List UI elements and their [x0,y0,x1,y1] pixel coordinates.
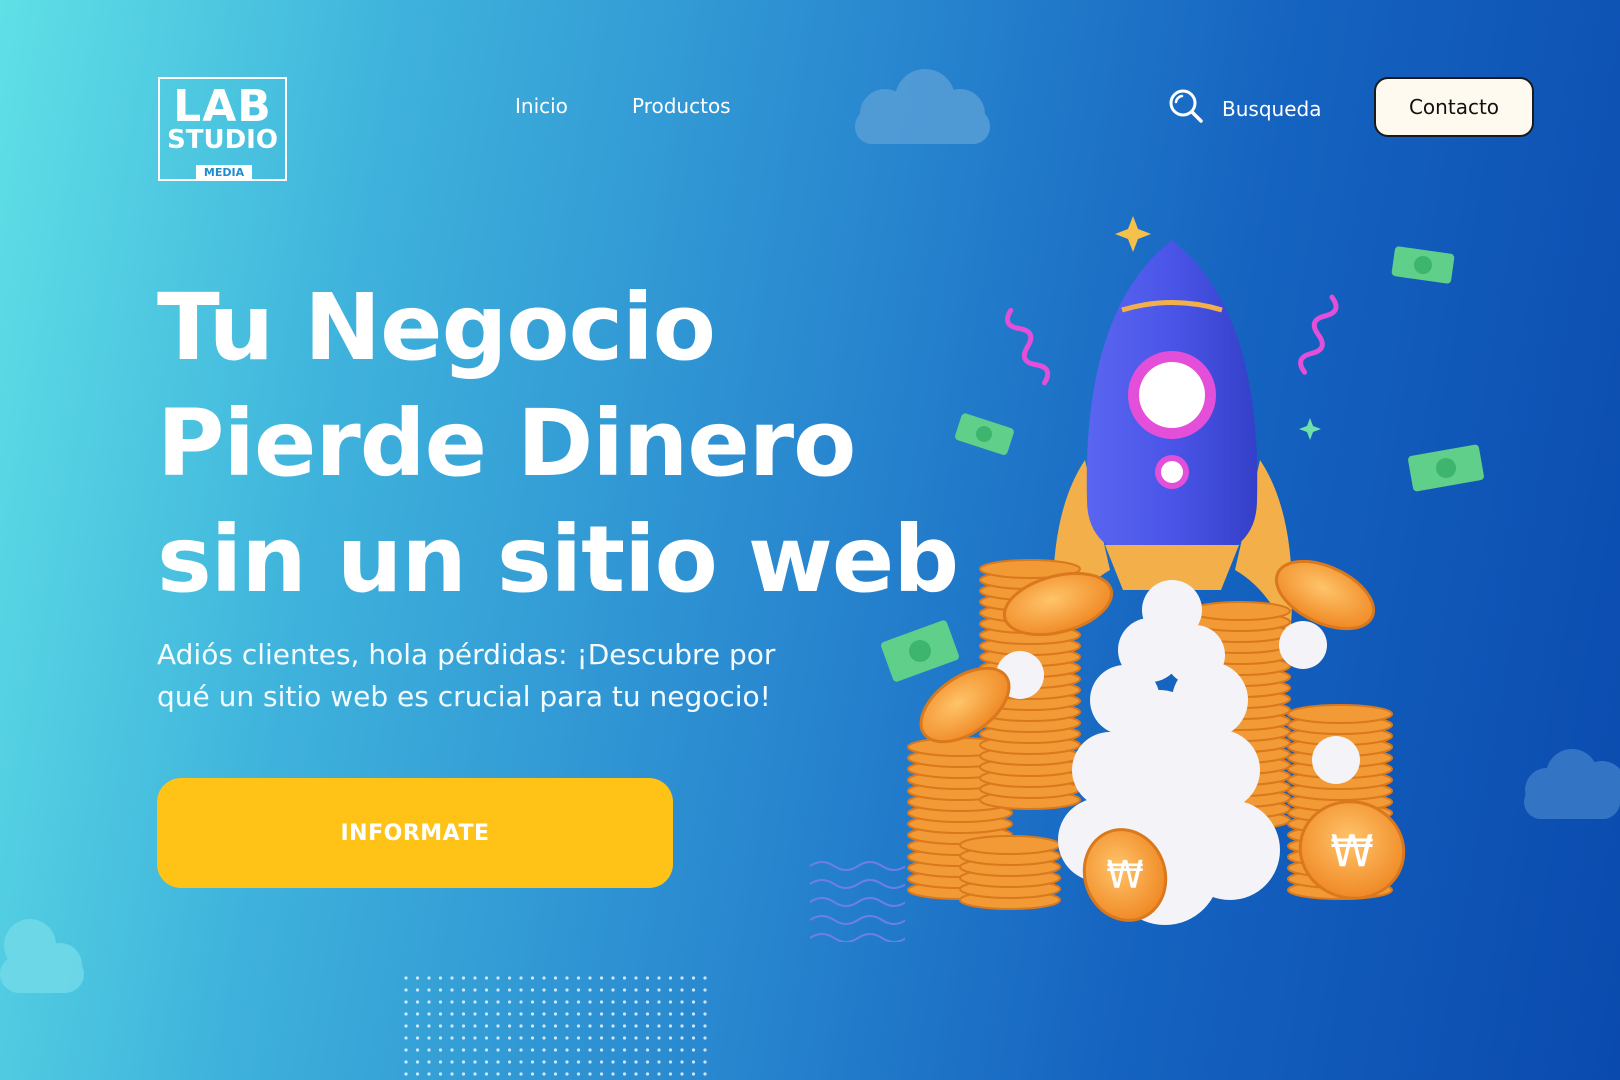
coin-stack-disc [1189,601,1291,621]
coin-stack-disc [1287,704,1393,724]
search-button[interactable]: Busqueda [1168,88,1321,129]
coin-stack-disc [959,835,1061,855]
brand-logo[interactable]: LAB STUDIO MEDIA [158,77,287,181]
logo-text-lab: LAB [173,81,272,132]
headline-line-2: Pierde Dinero [157,390,856,497]
cloud-right [1524,749,1620,819]
bill-icon [881,620,959,682]
cloud-left [0,919,84,993]
sparkle-icon [1299,418,1321,440]
cloud-top [855,69,990,144]
logo-text-studio: STUDIO [167,125,278,155]
bill-icon [955,413,1014,455]
contact-button[interactable]: Contacto [1374,77,1534,137]
svg-text:₩: ₩ [1106,853,1144,897]
sparkle-icon [1115,216,1151,252]
headline-line-1: Tu Negocio [157,274,716,381]
hero-subtitle: Adiós clientes, hola pérdidas: ¡Descubre… [157,638,776,713]
nav-item-productos[interactable]: Productos [632,94,731,118]
rocket-illustration: ₩ ₩ [881,216,1484,925]
bill-icon [1408,444,1484,492]
search-icon [1168,88,1204,129]
informate-button[interactable]: INFORMATE [157,778,673,888]
bill-icon [1391,246,1455,284]
logo-tag: MEDIA [196,165,252,181]
svg-text:₩: ₩ [1330,826,1374,877]
dot-pattern [404,976,707,1076]
search-label: Busqueda [1222,96,1322,121]
nav-item-inicio[interactable]: Inicio [515,94,568,118]
hero-headline: Tu Negocio Pierde Dinero sin un sitio we… [157,270,959,618]
headline-line-3: sin un sitio web [157,506,959,613]
